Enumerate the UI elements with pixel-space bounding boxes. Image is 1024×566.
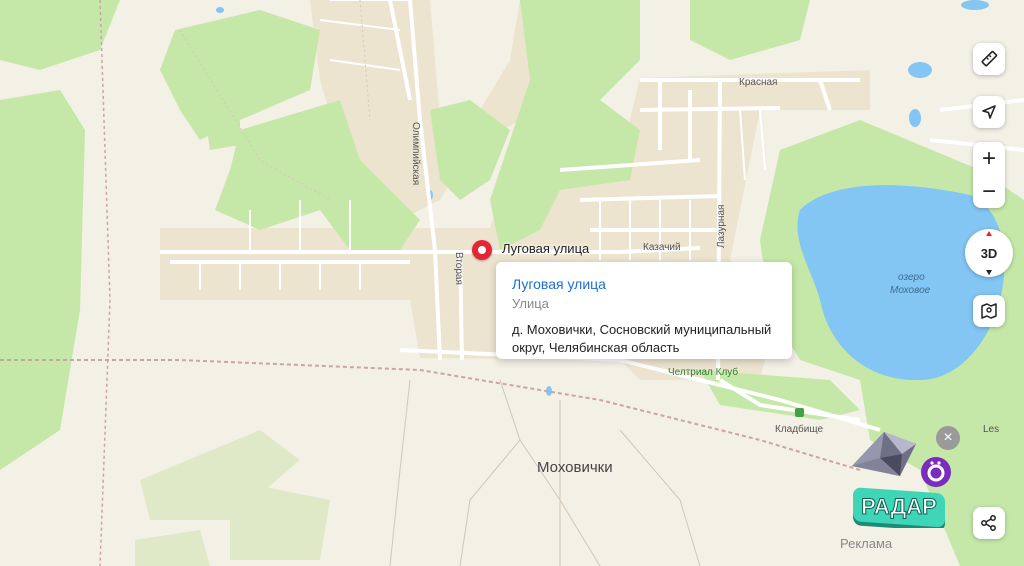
three-d-compass-button[interactable]: 3D: [965, 229, 1013, 277]
settlement-label: Моховички: [537, 459, 613, 476]
location-pin-icon[interactable]: [472, 240, 492, 260]
pond: [216, 7, 224, 13]
street-label-krasnaya: Красная: [739, 77, 777, 88]
popup-place-type: Улица: [512, 296, 549, 311]
ad-badge-icon: [921, 457, 951, 487]
zoom-in-button[interactable]: +: [973, 142, 1005, 175]
street-label-kazachiy: Казачий: [643, 242, 681, 253]
ad-brand-text: РАДАР: [861, 494, 937, 519]
pond: [961, 0, 989, 10]
poi-label-kladbishche: Кладбище: [775, 423, 823, 435]
share-icon: [981, 515, 996, 531]
ad-radar-banner[interactable]: РАДАР: [851, 486, 947, 528]
ad-close-button[interactable]: ×: [936, 426, 960, 450]
plus-icon: +: [981, 144, 996, 172]
zoom-out-button[interactable]: −: [973, 175, 1005, 208]
navigation-arrow-icon: [982, 105, 996, 119]
pond: [909, 109, 921, 127]
cemetery-icon: [795, 408, 804, 417]
map-layers-button[interactable]: [973, 295, 1005, 327]
place-info-popup: Луговая улица Улица д. Моховички, Соснов…: [496, 262, 792, 359]
street-label-olimpiyskaya: Олимпийская: [410, 122, 421, 185]
my-location-button[interactable]: [973, 96, 1005, 128]
ad-label: Реклама: [840, 536, 893, 551]
poi-label-les: Les: [983, 424, 999, 435]
lake-label-line2: Моховое: [890, 285, 931, 296]
marker-label: Луговая улица: [502, 241, 590, 256]
ruler-button[interactable]: [973, 43, 1005, 75]
share-button[interactable]: [973, 507, 1005, 539]
street-label-vtoraya: Вторая: [453, 252, 464, 285]
minus-icon: −: [981, 177, 996, 205]
map-layers-icon: [981, 303, 997, 319]
popup-address: д. Моховички, Сосновский муниципальный о…: [512, 322, 772, 355]
poi-label-cheltrial: Челтриал Клуб: [668, 366, 738, 378]
street-label-lazurnaya: Лазурная: [716, 205, 727, 248]
ruler-icon: [981, 50, 998, 67]
zoom-control: + −: [973, 142, 1005, 208]
popup-title-link[interactable]: Луговая улица: [512, 275, 776, 293]
three-d-label: 3D: [980, 245, 998, 261]
forest-area: [205, 110, 240, 150]
lake-label-line1: озеро: [898, 272, 925, 283]
pond: [908, 62, 932, 78]
